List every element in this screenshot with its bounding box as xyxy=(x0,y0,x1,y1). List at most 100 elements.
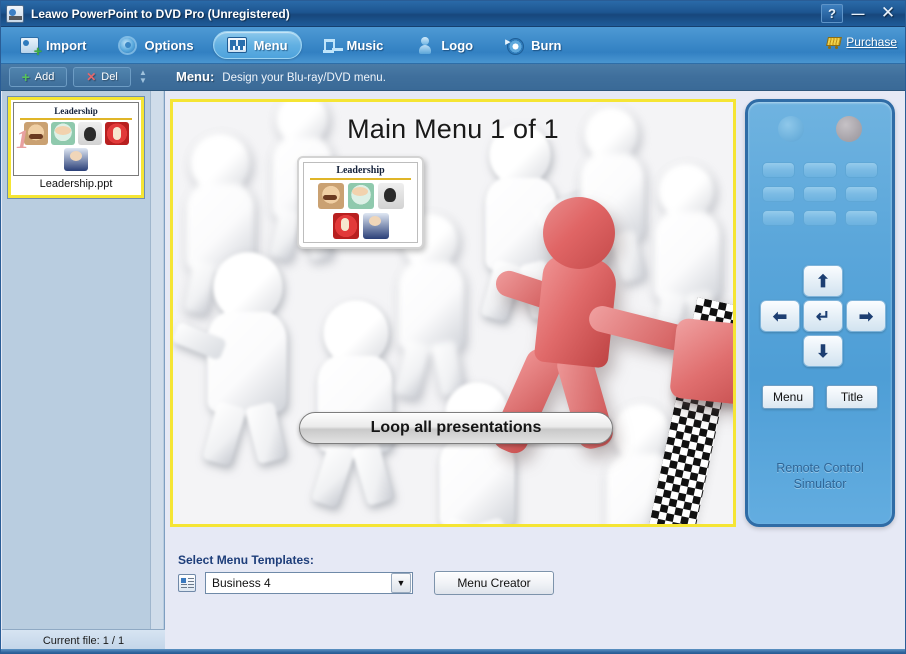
menu-preview[interactable]: Main Menu 1 of 1 Leadership Loop all pre… xyxy=(170,99,736,527)
template-list-icon[interactable] xyxy=(178,574,196,592)
tab-options[interactable]: Options xyxy=(105,31,206,59)
title-bar: Leawo PowerPoint to DVD Pro (Unregistere… xyxy=(1,1,905,27)
remote-dpad: ⬆ ⬅ ↵ ➡ ⬇ xyxy=(748,265,892,375)
menu-grid-icon xyxy=(226,37,247,53)
window-controls: ? — ✕ xyxy=(821,3,903,23)
chevron-down-icon[interactable]: ▼ xyxy=(391,573,411,593)
slide-thumbnail-image: Leadership 1 xyxy=(13,102,139,176)
add-button-label: Add xyxy=(34,71,55,83)
dpad-left-button[interactable]: ⬅ xyxy=(760,300,800,332)
application-window: Leawo PowerPoint to DVD Pro (Unregistere… xyxy=(0,0,906,654)
select-menu-templates-label: Select Menu Templates: xyxy=(178,553,314,567)
order-spinner[interactable]: ▲ ▼ xyxy=(139,69,147,85)
sidebar-scrollbar[interactable] xyxy=(150,91,163,630)
arrow-up-icon: ⬆ xyxy=(815,271,831,291)
gear-icon xyxy=(118,37,137,54)
import-slide-icon xyxy=(20,36,42,58)
keypad-button[interactable] xyxy=(844,210,878,226)
keypad-button[interactable] xyxy=(844,162,878,178)
remote-menu-button[interactable]: Menu xyxy=(762,385,814,409)
dpad-right-button[interactable]: ➡ xyxy=(846,300,886,332)
keypad-button[interactable] xyxy=(803,186,837,202)
file-thumbnail-list: Leadership 1 Leadership.ppt xyxy=(2,91,150,204)
arrow-right-icon: ➡ xyxy=(858,306,874,326)
keypad-button[interactable] xyxy=(762,186,796,202)
shopping-cart-icon xyxy=(825,35,841,49)
loop-all-presentations-label: Loop all presentations xyxy=(370,419,542,436)
slide-number-overlay: 1 xyxy=(16,125,29,154)
remote-led-row xyxy=(748,116,892,142)
red-leader-figure xyxy=(488,197,733,458)
help-button[interactable]: ? xyxy=(821,3,843,23)
power-led-icon[interactable] xyxy=(778,116,804,142)
spinner-down-icon[interactable]: ▼ xyxy=(139,77,147,85)
tab-import[interactable]: Import xyxy=(7,31,99,59)
portrait-icon xyxy=(317,183,344,209)
indicator-led-icon[interactable] xyxy=(836,116,862,142)
plus-icon: + xyxy=(21,69,30,85)
add-button[interactable]: + Add xyxy=(9,67,67,87)
keypad-button[interactable] xyxy=(762,210,796,226)
purchase-link[interactable]: Purchase xyxy=(825,35,897,49)
section-caption: Menu: Design your Blu-ray/DVD menu. xyxy=(176,69,386,84)
template-dropdown-value: Business 4 xyxy=(212,576,271,590)
remote-function-buttons: Menu Title xyxy=(748,385,892,409)
portrait-icon xyxy=(77,122,102,145)
file-name-label: Leadership.ppt xyxy=(39,178,113,190)
slide-thumbnail-title: Leadership xyxy=(54,106,98,116)
cross-icon: ✕ xyxy=(86,70,97,84)
window-title: Leawo PowerPoint to DVD Pro (Unregistere… xyxy=(31,6,290,21)
arrow-left-icon: ⬅ xyxy=(772,306,788,326)
keypad-button[interactable] xyxy=(762,162,796,178)
keypad-button[interactable] xyxy=(803,210,837,226)
tab-music[interactable]: Music xyxy=(308,31,397,59)
portrait-icon xyxy=(377,183,404,209)
tab-menu[interactable]: Menu xyxy=(212,31,302,59)
person-icon xyxy=(415,36,434,54)
menu-background-image: Main Menu 1 of 1 Leadership Loop all pre… xyxy=(173,102,733,524)
minimize-button[interactable]: — xyxy=(845,3,871,23)
menu-title-text[interactable]: Main Menu 1 of 1 xyxy=(173,114,733,145)
tab-logo-label: Logo xyxy=(441,37,474,53)
remote-caption-line1: Remote Control xyxy=(776,461,864,475)
remote-title-button[interactable]: Title xyxy=(826,385,878,409)
section-caption-key: Menu: xyxy=(176,69,215,84)
remote-caption-line2: Simulator xyxy=(793,477,847,491)
tab-burn-label: Burn xyxy=(531,37,562,53)
status-bar: Current file: 1 / 1 xyxy=(2,629,165,651)
loop-all-presentations-button[interactable]: Loop all presentations xyxy=(299,412,613,444)
dpad-down-button[interactable]: ⬇ xyxy=(803,335,843,367)
burn-disc-icon xyxy=(505,35,525,55)
enter-icon: ↵ xyxy=(815,306,831,326)
app-logo-icon xyxy=(6,4,24,23)
keypad-button[interactable] xyxy=(803,162,837,178)
file-actions: + Add ✕ Del ▲ ▼ xyxy=(9,67,147,87)
main-toolbar: Import Options Menu Music Logo Burn Purc… xyxy=(1,27,905,64)
tab-logo[interactable]: Logo xyxy=(402,31,486,59)
current-file-status: Current file: 1 / 1 xyxy=(42,634,125,647)
tab-music-label: Music xyxy=(346,37,384,53)
sub-toolbar: + Add ✕ Del ▲ ▼ Menu: Design your Blu-ra… xyxy=(1,64,905,91)
music-note-icon xyxy=(321,37,340,54)
tab-burn[interactable]: Burn xyxy=(492,31,574,59)
delete-button[interactable]: ✕ Del xyxy=(73,67,131,87)
slide-face-grid xyxy=(14,120,138,171)
template-dropdown[interactable]: Business 4 ▼ xyxy=(205,572,413,594)
portrait-icon xyxy=(332,213,359,239)
portrait-icon xyxy=(50,122,75,145)
menu-slide-thumbnail-button[interactable]: Leadership xyxy=(297,156,424,249)
slide-face-grid xyxy=(304,180,417,239)
portrait-icon xyxy=(104,122,129,145)
remote-control-simulator: ⬆ ⬅ ↵ ➡ ⬇ Menu Title Remote Control Simu… xyxy=(745,99,895,527)
list-item[interactable]: Leadership 1 Leadership.ppt xyxy=(8,97,144,198)
menu-creator-button[interactable]: Menu Creator xyxy=(434,571,554,595)
keypad-button[interactable] xyxy=(844,186,878,202)
remote-caption: Remote Control Simulator xyxy=(748,460,892,492)
tab-import-label: Import xyxy=(46,37,87,53)
close-button[interactable]: ✕ xyxy=(873,3,903,23)
dpad-enter-button[interactable]: ↵ xyxy=(803,300,843,332)
template-selector-row: Business 4 ▼ Menu Creator xyxy=(178,571,554,595)
portrait-icon xyxy=(347,183,374,209)
remote-keypad xyxy=(762,162,878,226)
dpad-up-button[interactable]: ⬆ xyxy=(803,265,843,297)
